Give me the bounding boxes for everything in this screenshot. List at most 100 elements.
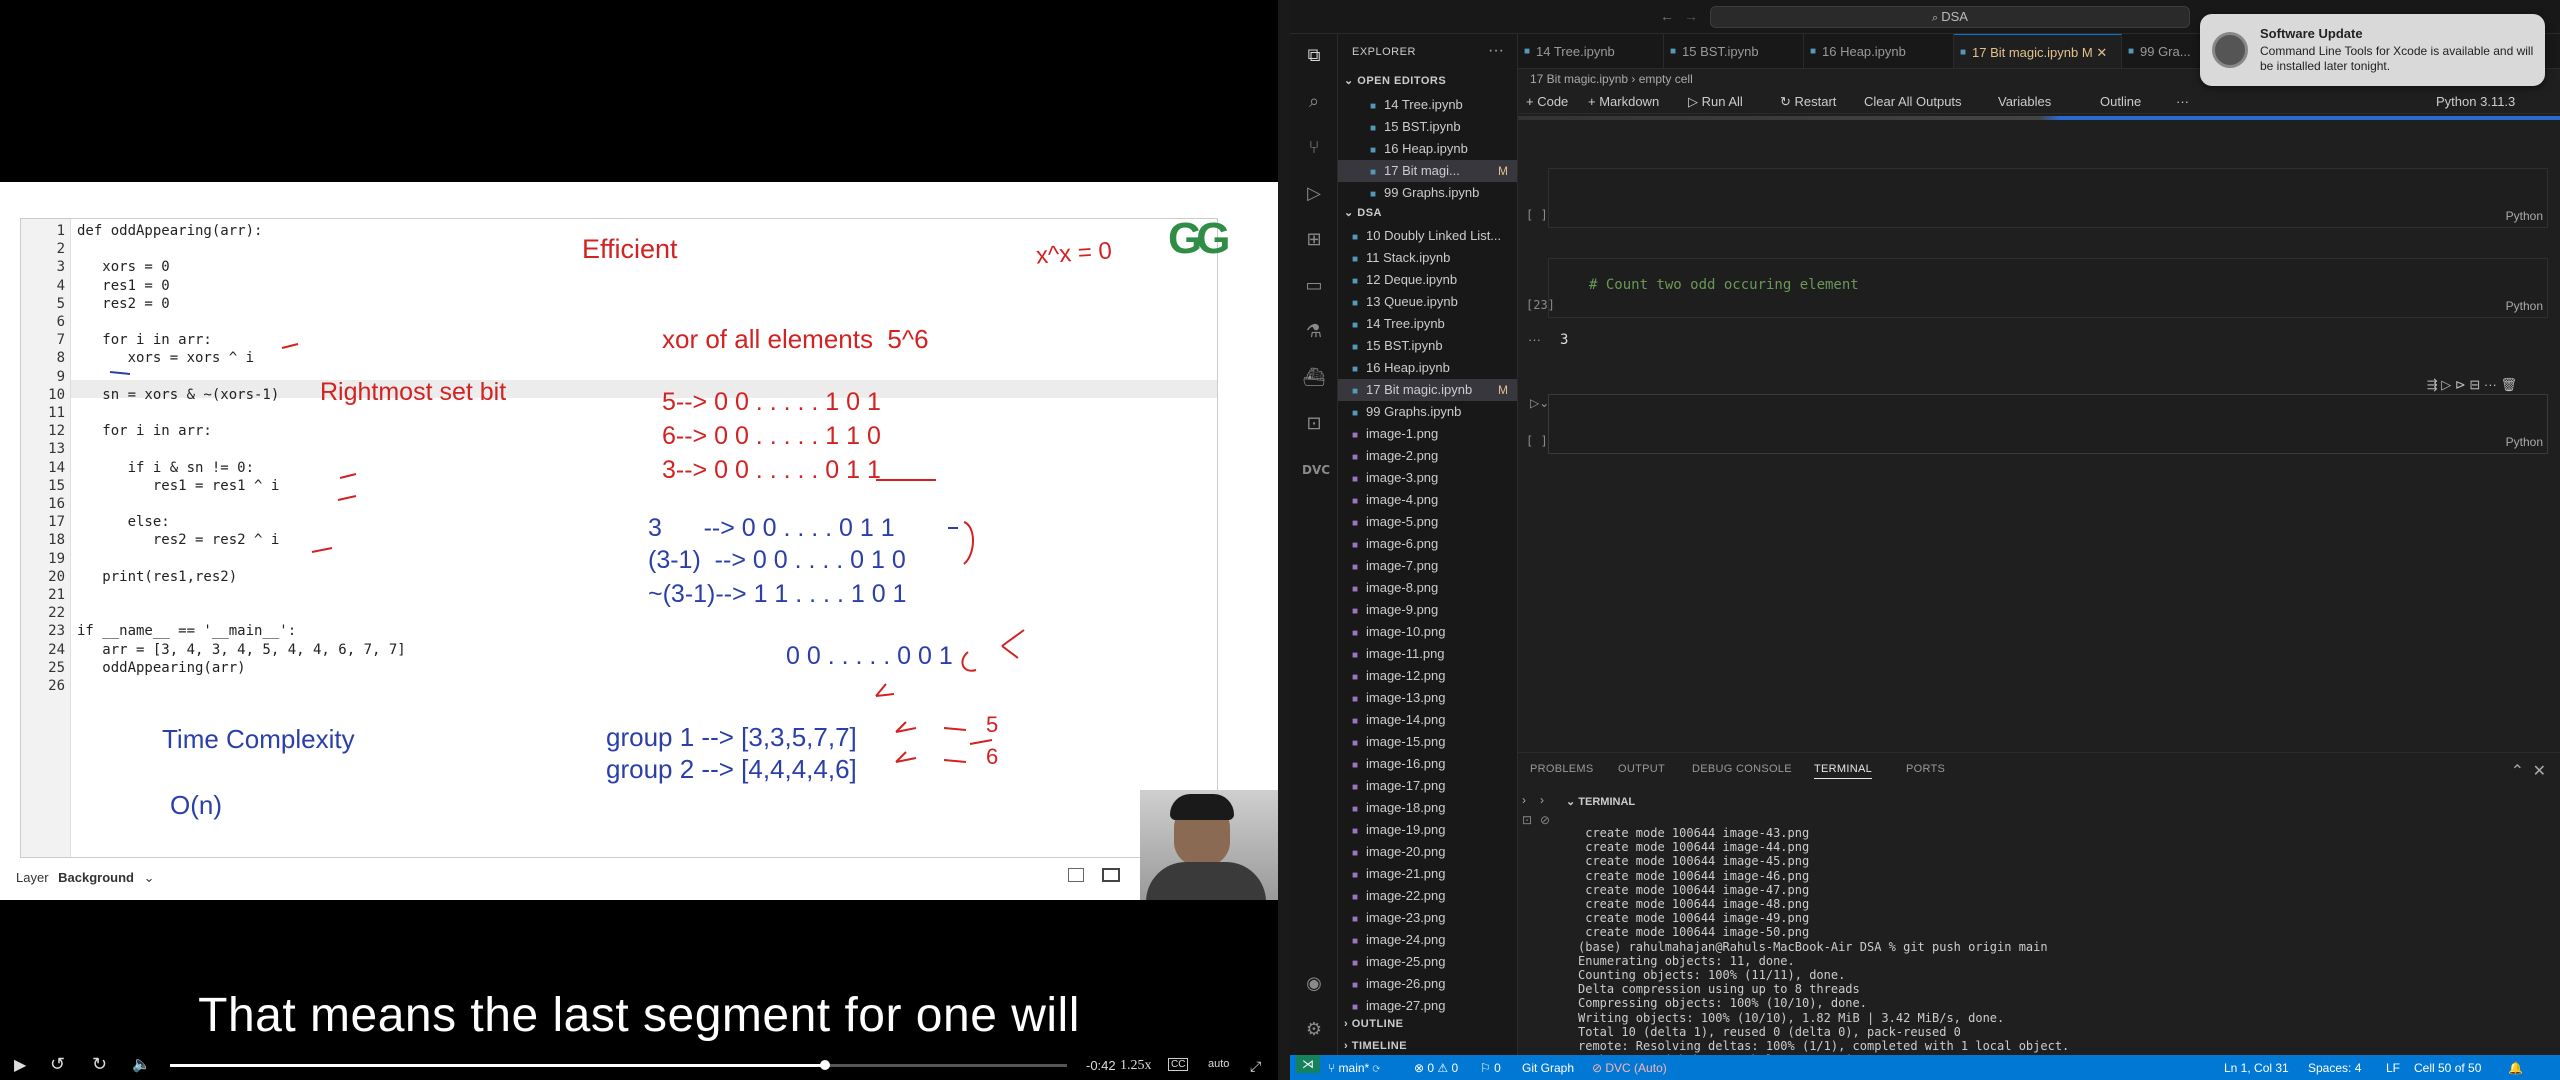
panel-tab[interactable]: DEBUG CONSOLE [1692,763,1792,775]
file-item[interactable]: ■ image-4.png [1338,489,1517,511]
file-item[interactable]: ■ image-21.png [1338,863,1517,885]
expand-icon[interactable]: ⤢ [1250,1058,1261,1075]
back-arrow-icon[interactable]: ← [1660,8,1674,24]
testing-icon[interactable]: ⚗ [1302,320,1326,344]
docker-icon[interactable]: ⛴ [1302,366,1326,390]
open-editor-item[interactable]: ■ 14 Tree.ipynb [1338,94,1517,116]
editor-tab[interactable]: ■ 16 Heap.ipynb [1804,34,1954,68]
search-icon[interactable]: ⌕ [1302,90,1326,114]
close-tab-icon[interactable]: ✕ [2096,45,2107,60]
notebook-cell-2[interactable]: # Count two odd occuring element Python [1548,258,2548,318]
open-editor-item[interactable]: ■ 15 BST.ipynb [1338,116,1517,138]
more-actions-icon[interactable]: ··· [1488,42,1504,60]
file-item[interactable]: ■ 10 Doubly Linked List... [1338,225,1517,247]
branch-indicator[interactable]: ⑂ main* ⟳ [1328,1061,1380,1075]
account-icon[interactable]: ◉ [1302,972,1326,996]
software-update-notification[interactable]: Software Update Command Line Tools for X… [2200,14,2545,86]
open-editors-header[interactable]: ⌄ OPEN EDITORS [1344,74,1446,87]
git-graph-icon[interactable]: ⊡ [1302,412,1326,436]
run-debug-icon[interactable]: ▷ [1302,182,1326,206]
playback-speed[interactable]: 1.25x [1120,1058,1152,1074]
volume-icon[interactable]: 🔈 [132,1055,151,1073]
video-player[interactable]: 1 2 3 4 5 6 7 8 9 10 11 12 13 14 15 16 17 18 19 20 21 22 23 24 2… [0,0,1278,1080]
clear-outputs-button[interactable]: Clear All Outputs [1864,94,1962,109]
editor-tab[interactable]: ■ 15 BST.ipynb [1664,34,1804,68]
run-cell-icon[interactable]: ▷⌄ [1530,396,1549,410]
play-icon[interactable]: ▶ [14,1055,26,1075]
file-item[interactable]: ■ 16 Heap.ipynb [1338,357,1517,379]
file-item[interactable]: ■ image-6.png [1338,533,1517,555]
editor-tab[interactable]: ■ 17 Bit magic.ipynb M ✕ [1954,34,2122,68]
file-item[interactable]: ■ image-8.png [1338,577,1517,599]
file-item[interactable]: ■ image-26.png [1338,973,1517,995]
dvc-status[interactable]: ⊘ DVC (Auto) [1592,1061,1667,1075]
terminal-chevron-icon[interactable]: › [1522,793,1526,807]
panel-tab[interactable]: PORTS [1906,763,1945,775]
file-item[interactable]: ■ image-15.png [1338,731,1517,753]
forward-icon[interactable]: ↻ [92,1054,107,1075]
breadcrumb[interactable]: 17 Bit magic.ipynb › empty cell [1530,72,1693,86]
variables-button[interactable]: Variables [1998,94,2051,109]
maximize-panel-icon[interactable]: ⌃ [2511,761,2524,781]
file-item[interactable]: ■ image-10.png [1338,621,1517,643]
more-toolbar-icon[interactable]: ··· [2176,94,2189,109]
seek-bar[interactable] [170,1060,1067,1070]
terminal-clear-icon[interactable]: ⊘ [1540,813,1550,827]
panel-tab[interactable]: OUTPUT [1618,763,1665,775]
add-markdown-button[interactable]: + Markdown [1588,94,1659,109]
editor-tab[interactable]: ■ 99 Gra... [2122,34,2212,68]
ports-indicator[interactable]: ⚐ 0 [1480,1061,1501,1075]
forward-arrow-icon[interactable]: → [1684,8,1698,24]
terminal-output[interactable]: create mode 100644 image-43.png create m… [1578,826,2548,1080]
file-item[interactable]: ■ 99 Graphs.ipynb [1338,401,1517,423]
indentation-setting[interactable]: Spaces: 4 [2308,1061,2361,1075]
file-item[interactable]: ■ image-17.png [1338,775,1517,797]
bell-icon[interactable]: 🔔 [2508,1061,2523,1075]
file-item[interactable]: ■ image-22.png [1338,885,1517,907]
restart-button[interactable]: ↻ Restart [1780,94,1836,110]
file-item[interactable]: ■ image-23.png [1338,907,1517,929]
open-editor-item[interactable]: ■ 99 Graphs.ipynb [1338,182,1517,204]
file-item[interactable]: ■ image-24.png [1338,929,1517,951]
seek-knob[interactable] [819,1060,830,1070]
outline-header[interactable]: › OUTLINE [1344,1018,1404,1030]
outline-button[interactable]: Outline [2100,94,2141,109]
file-item[interactable]: ■ image-20.png [1338,841,1517,863]
file-item[interactable]: ■ image-1.png [1338,423,1517,445]
file-item[interactable]: ■ 13 Queue.ipynb [1338,291,1517,313]
panel-tab[interactable]: PROBLEMS [1530,763,1594,775]
chevron-down-icon[interactable]: ⌄ [144,870,155,885]
rewind-icon[interactable]: ↺ [50,1054,65,1075]
notebook-cell-1[interactable]: Python [1548,168,2548,228]
run-all-button[interactable]: ▷ Run All [1688,94,1743,110]
problems-indicator[interactable]: ⊗ 0 ⚠ 0 [1414,1061,1458,1075]
open-editor-item[interactable]: ■ 17 Bit magi... M [1338,160,1517,182]
cursor-position[interactable]: Ln 1, Col 31 [2224,1061,2289,1075]
editor-tab[interactable]: ■ 14 Tree.ipynb [1518,34,1664,68]
file-item[interactable]: ■ image-2.png [1338,445,1517,467]
folder-header[interactable]: ⌄ DSA [1344,206,1382,219]
file-item[interactable]: ■ image-13.png [1338,687,1517,709]
cell-counter[interactable]: Cell 50 of 50 [2414,1061,2481,1075]
file-item[interactable]: ■ image-27.png [1338,995,1517,1017]
notebook-cell-3[interactable]: Python ⇶ ▷ ⊳ ⊟ ··· 🗑 [1548,377,2548,454]
add-code-button[interactable]: + Code [1526,94,1568,109]
fullscreen-icon[interactable] [1102,868,1120,882]
file-item[interactable]: ■ image-5.png [1338,511,1517,533]
file-item[interactable]: ■ 14 Tree.ipynb [1338,313,1517,335]
split-divider[interactable] [1278,0,1290,1080]
terminal-chevron-icon-2[interactable]: › [1540,793,1544,807]
file-item[interactable]: ■ 17 Bit magic.ipynb M [1338,379,1517,401]
cell-toolbar[interactable]: ⇶ ▷ ⊳ ⊟ ··· 🗑 [2427,377,2517,393]
file-item[interactable]: ■ image-14.png [1338,709,1517,731]
file-item[interactable]: ■ image-18.png [1338,797,1517,819]
file-item[interactable]: ■ image-16.png [1338,753,1517,775]
remote-icon[interactable]: ⋊ [1296,1055,1320,1073]
file-item[interactable]: ■ 15 BST.ipynb [1338,335,1517,357]
output-ellipsis[interactable]: ··· [1528,332,1541,347]
file-item[interactable]: ■ image-12.png [1338,665,1517,687]
extensions-icon[interactable]: ⊞ [1302,228,1326,252]
kernel-picker[interactable]: Python 3.11.3 [2436,94,2515,109]
command-center-search[interactable]: ⌕ DSA [1710,6,2190,28]
terminal-new-icon[interactable]: ⊡ [1522,813,1532,827]
